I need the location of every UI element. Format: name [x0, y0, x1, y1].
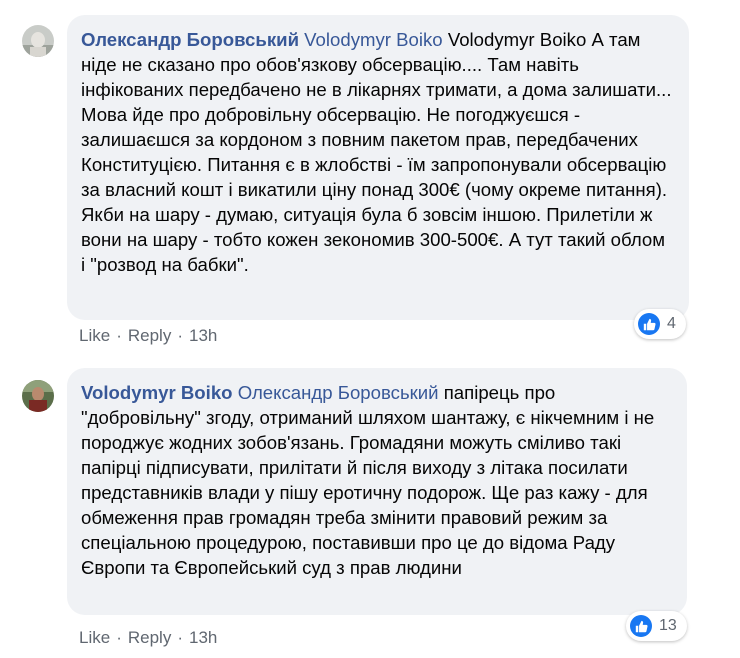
avatar-photo-icon	[22, 380, 54, 412]
reaction-summary[interactable]: 13	[626, 611, 687, 641]
reply-button[interactable]: Reply	[128, 628, 171, 647]
separator-dot: ·	[116, 326, 122, 345]
reply-button[interactable]: Reply	[128, 326, 171, 345]
thumbs-up-icon	[638, 313, 660, 335]
avatar[interactable]	[22, 25, 54, 57]
reaction-summary[interactable]: 4	[634, 309, 686, 339]
comment-text: папірець про "добровільну" згоду, отрима…	[81, 382, 655, 578]
comment-author[interactable]: Volodymyr Boiko	[81, 382, 233, 403]
avatar[interactable]	[22, 380, 54, 412]
comment-bubble: Олександр Боровський Volodymyr Boiko Vol…	[67, 15, 689, 320]
avatar-photo-icon	[22, 25, 54, 57]
comment-actions: Like · Reply · 13h	[79, 627, 217, 649]
comment-text: Volodymyr Boiko А там ніде не сказано пр…	[81, 29, 672, 275]
separator-dot: ·	[177, 628, 183, 647]
reaction-count: 4	[667, 315, 676, 332]
comment-author[interactable]: Олександр Боровський	[81, 29, 299, 50]
separator-dot: ·	[116, 628, 122, 647]
comment-timestamp[interactable]: 13h	[189, 326, 217, 345]
like-button[interactable]: Like	[79, 628, 110, 647]
comment-mention[interactable]: Олександр Боровський	[238, 382, 439, 403]
comment-mention[interactable]: Volodymyr Boiko	[304, 29, 442, 50]
thumbs-up-icon	[630, 615, 652, 637]
comment-actions: Like · Reply · 13h	[79, 325, 217, 347]
like-button[interactable]: Like	[79, 326, 110, 345]
reaction-count: 13	[659, 617, 677, 634]
comment-timestamp[interactable]: 13h	[189, 628, 217, 647]
separator-dot: ·	[177, 326, 183, 345]
comment-bubble: Volodymyr Boiko Олександр Боровський пап…	[67, 368, 687, 615]
